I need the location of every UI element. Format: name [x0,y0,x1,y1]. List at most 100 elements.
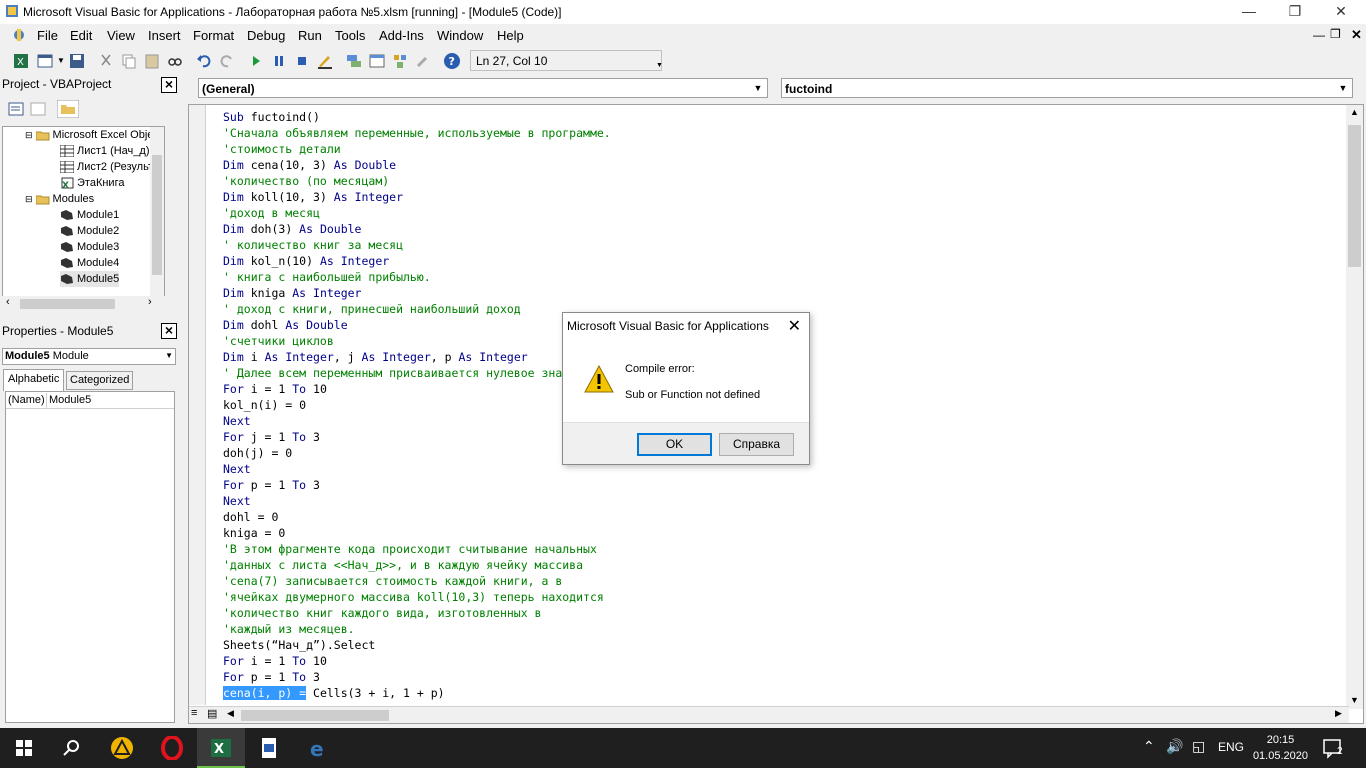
code-hscrollbar[interactable]: ≡ ▤ ◀ ▶ [189,706,1349,723]
menu-edit[interactable]: Edit [70,28,92,43]
property-row[interactable]: (Name) Module5 [6,393,174,409]
tree-item-module3[interactable]: Module3 [60,239,119,255]
code-line[interactable]: ' книга с наибольшей прибылью. [223,269,611,285]
clock[interactable]: 20:15 01.05.2020 [1253,732,1308,764]
code-line[interactable]: doh(j) = 0 [223,445,611,461]
object-browser-icon[interactable] [391,52,409,70]
code-line[interactable]: Dim i As Integer, j As Integer, p As Int… [223,349,611,365]
code-line[interactable]: 'количество книг каждого вида, изготовле… [223,605,611,621]
chevron-down-icon[interactable]: ▼ [165,351,173,360]
menu-run[interactable]: Run [298,28,322,43]
code-line[interactable]: For p = 1 To 3 [223,477,611,493]
menu-add-ins[interactable]: Add-Ins [379,28,424,43]
object-selector[interactable]: Module5 Module ▼ [2,348,176,365]
run-icon[interactable] [247,52,265,70]
cut-icon[interactable] [97,52,115,70]
code-line[interactable]: Next [223,493,611,509]
property-value[interactable]: Module5 [46,393,93,409]
object-combo[interactable]: (General) ▼ [198,78,768,98]
redo-icon[interactable] [218,52,236,70]
tree-hscrollbar[interactable]: ‹ › [2,296,165,312]
mdi-minimize-icon[interactable]: — [1313,28,1325,42]
code-line[interactable]: Sheets(“Нач_д”).Select [223,637,611,653]
tree-item-module5[interactable]: Module5 [60,271,120,287]
network-icon[interactable]: ◱ [1192,738,1205,755]
properties-pane-close-button[interactable]: × [161,323,177,339]
excel-taskbar-button[interactable]: X [197,728,245,768]
code-line[interactable]: Dim kol_n(10) As Integer [223,253,611,269]
document-app-icon[interactable] [257,736,281,760]
procedure-view-icon[interactable]: ≡ [191,707,197,719]
project-pane-close-button[interactable]: × [161,77,177,93]
code-line[interactable]: 'ячейках двумерного массива koll(10,3) т… [223,589,611,605]
code-line[interactable]: Dim kniga As Integer [223,285,611,301]
maximize-button[interactable]: ❐ [1272,0,1318,24]
hscroll-thumb[interactable] [241,710,389,721]
break-icon[interactable] [270,52,288,70]
menu-tools[interactable]: Tools [335,28,365,43]
paste-icon[interactable] [143,52,161,70]
margin-indicator-bar[interactable] [189,105,206,705]
tree-item-modules[interactable]: ⊟ Modules [25,191,94,207]
minimize-button[interactable]: — [1226,0,1272,24]
scroll-right-icon[interactable]: ▶ [1335,708,1342,719]
mdi-close-icon[interactable]: ✕ [1351,27,1362,43]
help-button[interactable]: Справка [719,433,794,456]
edge-icon[interactable]: e [307,736,331,760]
dialog-close-button[interactable]: ✕ [788,316,801,336]
tree-vscrollbar[interactable] [150,127,164,297]
close-button[interactable]: ✕ [1318,0,1364,24]
volume-icon[interactable]: 🔊 [1166,738,1183,755]
undo-icon[interactable] [195,52,213,70]
code-vscrollbar[interactable]: ▲ ▼ [1346,105,1363,709]
code-text[interactable]: Sub fuctoind() 'Сначала объявляем перемен… [223,109,611,701]
toggle-folders-icon[interactable] [57,100,79,118]
toolbox-icon[interactable] [414,52,432,70]
collapse-icon[interactable]: ⊟ [25,191,33,207]
code-line[interactable]: Next [223,461,611,477]
code-line[interactable]: 'данных с листа <<Нач_д>>, и в каждую яч… [223,557,611,573]
vscroll-thumb[interactable] [1348,125,1361,267]
project-explorer-icon[interactable] [345,52,363,70]
code-line[interactable]: ' количество книг за месяц [223,237,611,253]
code-line[interactable]: 'каждый из месяцев. [223,621,611,637]
code-line[interactable]: kol_n(i) = 0 [223,397,611,413]
code-line[interactable]: 'Сначала объявляем переменные, используе… [223,125,611,141]
save-icon[interactable] [68,52,86,70]
tree-item-excel-objects[interactable]: ⊟ Microsoft Excel Objec [25,127,159,143]
language-indicator[interactable]: ENG [1218,740,1244,754]
opera-icon[interactable] [160,736,184,760]
ok-button[interactable]: OK [637,433,712,456]
tab-alphabetic[interactable]: Alphabetic [3,369,64,391]
code-line[interactable]: ' Далее всем переменным присваивается ну… [223,365,611,381]
design-mode-icon[interactable] [316,52,334,70]
scroll-left-icon[interactable]: ◀ [227,708,234,719]
windows-start-icon[interactable] [12,736,36,760]
scroll-up-icon[interactable]: ▲ [1350,107,1359,117]
menu-debug[interactable]: Debug [247,28,285,43]
code-line[interactable]: 'счетчики циклов [223,333,611,349]
view-object-icon[interactable] [30,102,46,116]
code-line[interactable]: Dim dohl As Double [223,317,611,333]
app-triangle-icon[interactable] [110,736,134,760]
code-line[interactable]: 'количество (по месяцам) [223,173,611,189]
tree-item-module4[interactable]: Module4 [60,255,119,271]
reset-icon[interactable] [293,52,311,70]
tree-item-sheet1[interactable]: Лист1 (Нач_д) [60,143,150,159]
mdi-restore-icon[interactable]: ❐ [1330,27,1341,41]
copy-icon[interactable] [120,52,138,70]
full-module-view-icon[interactable]: ▤ [207,707,217,720]
menu-format[interactable]: Format [193,28,234,43]
tree-item-sheet2[interactable]: Лист2 (Результа [60,159,159,175]
search-icon[interactable] [60,736,84,760]
view-code-icon[interactable] [8,102,24,116]
find-icon[interactable] [166,52,184,70]
code-line[interactable]: dohl = 0 [223,509,611,525]
code-line[interactable]: Dim cena(10, 3) As Double [223,157,611,173]
code-line[interactable]: For i = 1 To 10 [223,653,611,669]
dropdown-arrow-icon[interactable]: ▼ [57,56,65,65]
code-line[interactable]: Dim doh(3) As Double [223,221,611,237]
code-line[interactable]: Dim koll(10, 3) As Integer [223,189,611,205]
vba-menu-icon[interactable] [11,27,27,43]
code-line[interactable]: For i = 1 To 10 [223,381,611,397]
